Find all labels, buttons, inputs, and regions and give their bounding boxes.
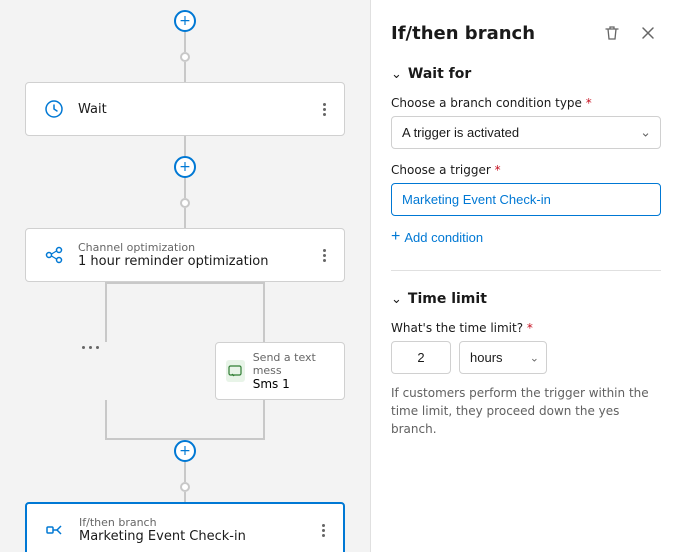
branch-left-dots[interactable] — [78, 342, 103, 353]
connector — [184, 208, 186, 228]
connector — [184, 178, 186, 198]
card-content: Channel optimization 1 hour reminder opt… — [40, 241, 269, 269]
channel-opt-card[interactable]: Channel optimization 1 hour reminder opt… — [25, 228, 345, 282]
panel-title: If/then branch — [391, 23, 535, 44]
trigger-input[interactable] — [391, 183, 661, 216]
branch-connector — [25, 282, 345, 342]
add-button-top[interactable]: + — [174, 10, 196, 32]
chevron-down-icon-2: ⌄ — [391, 292, 402, 307]
if-then-card[interactable]: If/then branch Marketing Event Check-in — [25, 502, 345, 552]
required-star: * — [586, 96, 592, 110]
sms-icon — [226, 360, 245, 382]
channel-card-more[interactable] — [319, 245, 330, 266]
panel-actions — [599, 20, 661, 46]
channel-icon — [40, 241, 68, 269]
if-then-card-label: If/then branch — [79, 516, 246, 529]
sms-card-label: Send a text mess — [253, 351, 334, 377]
time-limit-title: Time limit — [408, 291, 487, 307]
if-then-card-text: If/then branch Marketing Event Check-in — [79, 516, 246, 544]
trigger-label: Choose a trigger * — [391, 163, 661, 177]
time-limit-help-text: If customers perform the trigger within … — [391, 384, 661, 438]
wait-card[interactable]: Wait — [25, 82, 345, 136]
time-limit-question-label: What's the time limit? * — [391, 321, 661, 335]
panel-header: If/then branch — [391, 20, 661, 46]
add-condition-label: Add condition — [404, 230, 483, 245]
hours-dropdown-wrapper: minutes hours days ⌄ — [459, 341, 547, 374]
reconverge-connector — [25, 400, 345, 440]
required-star-trigger: * — [495, 163, 501, 177]
if-then-card-more[interactable] — [318, 520, 329, 541]
connector — [184, 492, 186, 502]
card-content: Wait — [40, 95, 107, 123]
channel-card-text: Channel optimization 1 hour reminder opt… — [78, 241, 269, 269]
sms-card-text: Send a text mess Sms 1 — [253, 351, 334, 391]
sms-card[interactable]: Send a text mess Sms 1 — [215, 342, 345, 400]
wait-card-text: Wait — [78, 102, 107, 117]
delete-button[interactable] — [599, 20, 625, 46]
channel-card-title: 1 hour reminder optimization — [78, 254, 269, 269]
card-content: If/then branch Marketing Event Check-in — [41, 516, 246, 544]
clock-icon — [40, 95, 68, 123]
wait-for-section-header: ⌄ Wait for — [391, 66, 661, 82]
time-value-input[interactable] — [391, 341, 451, 374]
time-limit-section-header: ⌄ Time limit — [391, 291, 661, 307]
dot-connector — [180, 52, 190, 62]
time-row: minutes hours days ⌄ — [391, 341, 661, 374]
hours-select[interactable]: minutes hours days — [459, 341, 547, 374]
connector — [184, 136, 186, 156]
chevron-down-icon: ⌄ — [391, 67, 402, 82]
plus-icon: + — [391, 228, 400, 246]
channel-card-label: Channel optimization — [78, 241, 269, 254]
condition-type-dropdown-wrapper: A trigger is activated ⌄ — [391, 116, 661, 149]
connector — [184, 62, 186, 82]
connector — [184, 462, 186, 482]
dot-connector — [180, 198, 190, 208]
details-panel: If/then branch ⌄ Wait for Choose a branc… — [370, 0, 681, 552]
branch-icon — [41, 516, 69, 544]
flow-canvas: + Wait + — [0, 0, 370, 552]
section-divider — [391, 270, 661, 271]
wait-card-more[interactable] — [319, 99, 330, 120]
condition-type-select[interactable]: A trigger is activated — [391, 116, 661, 149]
condition-type-label: Choose a branch condition type * — [391, 96, 661, 110]
branch-cards-row: Send a text mess Sms 1 — [25, 342, 345, 400]
sms-card-title: Sms 1 — [253, 377, 334, 391]
add-condition-button[interactable]: + Add condition — [391, 228, 483, 246]
dot-connector — [180, 482, 190, 492]
connector — [184, 32, 186, 52]
close-button[interactable] — [635, 20, 661, 46]
wait-for-title: Wait for — [408, 66, 471, 82]
required-star-time: * — [527, 321, 533, 335]
wait-card-title: Wait — [78, 102, 107, 117]
if-then-card-title: Marketing Event Check-in — [79, 529, 246, 544]
add-button-mid[interactable]: + — [174, 156, 196, 178]
add-button-bottom[interactable]: + — [174, 440, 196, 462]
